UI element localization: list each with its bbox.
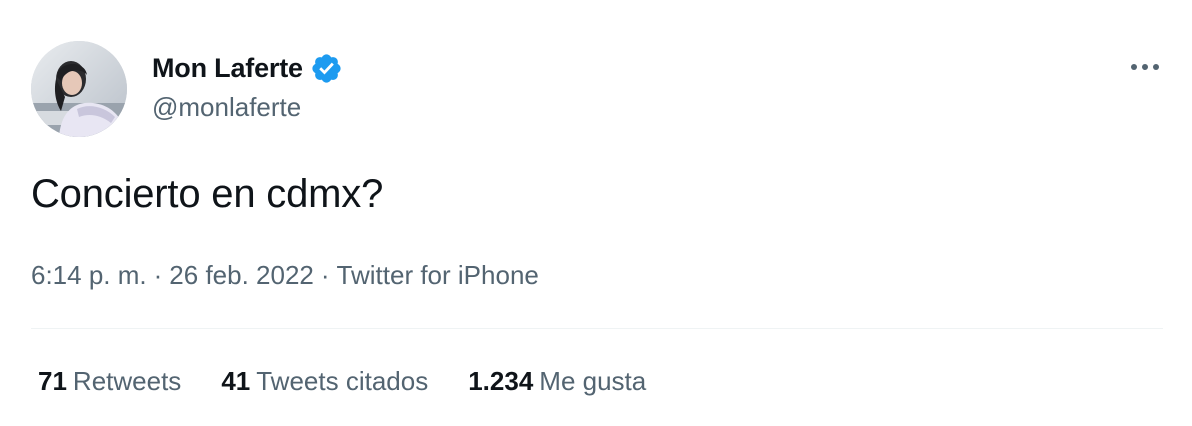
user-name-row[interactable]: Mon Laferte (152, 50, 343, 86)
tweet-meta: 6:14 p. m. · 26 feb. 2022 · Twitter for iPho… (31, 260, 539, 291)
display-name[interactable]: Mon Laferte (152, 53, 303, 84)
more-options-icon (1131, 64, 1159, 70)
more-options-button[interactable] (1122, 52, 1168, 82)
tweet-date[interactable]: 26 feb. 2022 (169, 260, 314, 291)
tweet-stats: 71 Retweets 41 Tweets citados 1.234 Me gust… (38, 366, 646, 397)
tweet-card: Mon Laferte @monlaferte Concierto en cdm… (0, 0, 1192, 426)
avatar-image (31, 41, 127, 137)
tweet-source[interactable]: Twitter for iPhone (337, 260, 539, 291)
user-handle[interactable]: @monlaferte (152, 92, 301, 123)
quote-tweets-stat[interactable]: 41 Tweets citados (221, 366, 428, 397)
divider (31, 328, 1163, 329)
avatar[interactable] (31, 41, 127, 137)
meta-separator: · (320, 260, 330, 290)
likes-label: Me gusta (539, 366, 647, 396)
quote-tweets-label: Tweets citados (256, 366, 429, 396)
retweets-label: Retweets (72, 366, 182, 396)
quote-tweets-count: 41 (221, 366, 251, 396)
tweet-time[interactable]: 6:14 p. m. (31, 260, 147, 291)
verified-badge-icon (310, 52, 343, 85)
tweet-text: Concierto en cdmx? (31, 172, 384, 216)
retweets-stat[interactable]: 71 Retweets (38, 366, 181, 397)
retweets-count: 71 (38, 366, 67, 396)
likes-stat[interactable]: 1.234 Me gusta (468, 366, 646, 397)
meta-separator: · (153, 260, 163, 290)
likes-count: 1.234 (468, 366, 534, 396)
